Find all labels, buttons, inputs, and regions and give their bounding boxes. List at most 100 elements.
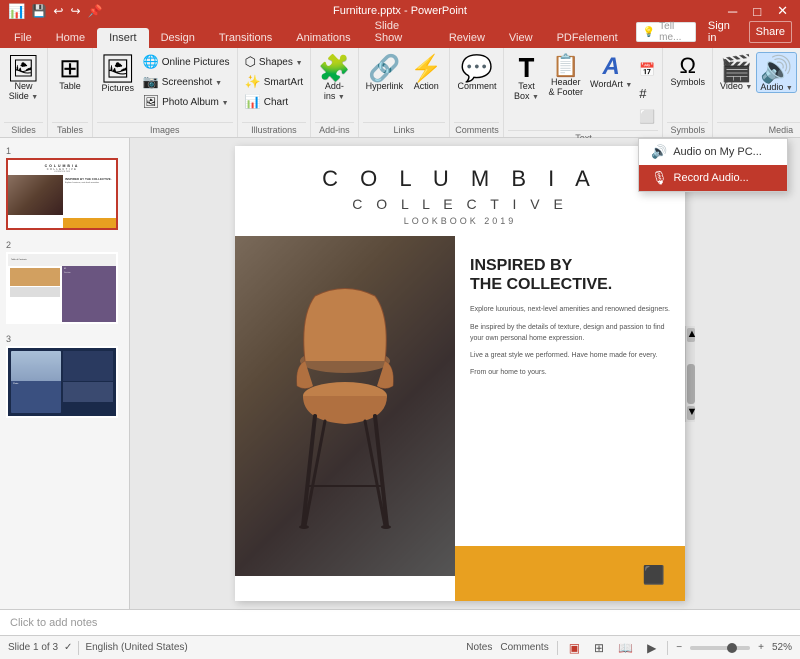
date-time-button[interactable]: 📅 — [636, 60, 658, 80]
content-area: C O L U M B I A C O L L E C T I V E LOOK… — [130, 138, 800, 609]
shapes-button[interactable]: ⬡ Shapes ▼ — [242, 52, 307, 72]
slide-thumbnail-1[interactable]: 1 COLUMBIA COLLECTIVE LOOKBOOK 2019 INSP… — [6, 146, 123, 230]
share-button[interactable]: Share — [749, 21, 792, 43]
slide-3-thumbnail[interactable]: Photo — [6, 346, 118, 418]
slide-1-thumbnail[interactable]: COLUMBIA COLLECTIVE LOOKBOOK 2019 INSPIR… — [6, 158, 118, 230]
slide-2-thumbnail[interactable]: Table of Contents 01 Section — [6, 252, 118, 324]
tab-insert[interactable]: Insert — [97, 28, 149, 48]
ribbon: 🖼 NewSlide ▼ Slides ⊞ Table Tables 🖼 Pic… — [0, 48, 800, 138]
ribbon-group-links: 🔗 Hyperlink ⚡ Action Links — [359, 48, 451, 137]
header-footer-icon: 📋 — [552, 55, 579, 77]
slide-thumbnail-2[interactable]: 2 Table of Contents 01 Section — [6, 240, 123, 324]
sign-in-button[interactable]: Sign in — [700, 16, 745, 48]
photo-album-button[interactable]: 🖼 Photo Album ▼ — [140, 92, 233, 112]
language: English (United States) — [85, 642, 187, 653]
slide-number-button[interactable]: # — [636, 84, 658, 103]
ribbon-group-addins: 🧩 Add-ins ▼ Add-ins — [311, 48, 358, 137]
tab-review[interactable]: Review — [437, 28, 497, 48]
tab-view[interactable]: View — [497, 28, 545, 48]
status-left: Slide 1 of 3 ✓ English (United States) — [8, 641, 188, 655]
textbox-icon: 𝐓 — [518, 55, 535, 81]
notes-button[interactable]: Notes — [466, 642, 492, 653]
slideshow-button[interactable]: ▶ — [644, 640, 659, 656]
slide-body-3: Live a great style we performed. Have ho… — [470, 350, 670, 361]
zoom-in-button[interactable]: + — [758, 642, 764, 653]
shapes-icon: ⬡ — [245, 54, 256, 70]
scrollbar-thumb[interactable] — [687, 364, 695, 404]
photo-album-icon: 🖼 — [143, 94, 160, 110]
slide-title-year: LOOKBOOK 2019 — [255, 216, 665, 226]
zoom-thumb[interactable] — [727, 643, 737, 653]
tab-pdfelement[interactable]: PDFelement — [545, 28, 630, 48]
links-group-label: Links — [363, 122, 446, 137]
undo-button[interactable]: ↩ — [51, 4, 65, 18]
textbox-button[interactable]: 𝐓 TextBox ▼ — [508, 52, 544, 101]
tab-transitions[interactable]: Transitions — [207, 28, 284, 48]
slide-text-area: INSPIRED BY THE COLLECTIVE. Explore luxu… — [455, 236, 685, 576]
window-title: Furniture.pptx - PowerPoint — [333, 5, 467, 17]
ribbon-group-illustrations: ⬡ Shapes ▼ ✨ SmartArt 📊 Chart Illustrati… — [238, 48, 312, 137]
action-button[interactable]: ⚡ Action — [407, 52, 445, 91]
normal-view-button[interactable]: ▣ — [566, 640, 583, 656]
object-button[interactable]: ⬜ — [636, 107, 658, 127]
symbols-button[interactable]: Ω Symbols — [667, 52, 708, 87]
addins-button[interactable]: 🧩 Add-ins ▼ — [315, 52, 353, 101]
comments-button[interactable]: Comments — [500, 642, 548, 653]
title-bar-left: 📊 💾 ↩ ↪ 📌 — [8, 3, 104, 20]
table-button[interactable]: ⊞ Table — [52, 52, 88, 91]
chair-illustration — [275, 266, 415, 546]
tab-design[interactable]: Design — [149, 28, 207, 48]
scroll-up-button[interactable]: ▲ — [687, 328, 695, 342]
zoom-slider[interactable] — [690, 646, 750, 650]
notes-bar[interactable]: Click to add notes — [0, 609, 800, 635]
wordart-icon: A — [602, 55, 619, 79]
scroll-down-button[interactable]: ▼ — [687, 406, 695, 420]
speaker-icon: 🔊 — [651, 144, 667, 160]
tables-group-label: Tables — [52, 122, 88, 137]
record-audio-item[interactable]: 🎙 Record Audio... — [639, 165, 787, 191]
tab-file[interactable]: File — [2, 28, 44, 48]
hyperlink-icon: 🔗 — [368, 55, 400, 81]
pictures-icon: 🖼 — [100, 55, 136, 83]
audio-button[interactable]: 🔊 Audio ▼ — [756, 52, 796, 93]
chart-button[interactable]: 📊 Chart — [242, 92, 307, 112]
slide-body-4: From our home to yours. — [470, 367, 670, 378]
zoom-level[interactable]: 52% — [772, 642, 792, 653]
slide-3-number: 3 — [6, 334, 123, 344]
smartart-button[interactable]: ✨ SmartArt — [242, 72, 307, 92]
tab-slideshow[interactable]: Slide Show — [363, 16, 437, 48]
comment-button[interactable]: 💬 Comment — [454, 52, 499, 91]
slide-thumbnail-3[interactable]: 3 Photo — [6, 334, 123, 418]
tab-animations[interactable]: Animations — [284, 28, 362, 48]
save-button[interactable]: 💾 — [29, 4, 48, 18]
pictures-button[interactable]: 🖼 Pictures — [97, 52, 139, 93]
slide-info: Slide 1 of 3 — [8, 642, 58, 653]
quick-access-toolbar: 💾 ↩ ↪ 📌 — [29, 4, 104, 18]
date-icon: 📅 — [639, 62, 655, 78]
redo-button[interactable]: ↪ — [68, 4, 82, 18]
smartart-icon: ✨ — [245, 74, 261, 90]
slide-sorter-button[interactable]: ⊞ — [591, 640, 607, 656]
header-footer-button[interactable]: 📋 Header& Footer — [545, 52, 586, 97]
status-divider-3 — [667, 641, 668, 655]
online-pictures-button[interactable]: 🌐 Online Pictures — [140, 52, 233, 72]
chart-icon: 📊 — [245, 94, 261, 110]
addins-icon: 🧩 — [318, 55, 350, 81]
video-button[interactable]: 🎬 Video ▼ — [717, 52, 755, 91]
wordart-button[interactable]: A WordArt ▼ — [587, 52, 635, 89]
record-audio-label: Record Audio... — [674, 172, 749, 184]
reading-view-button[interactable]: 📖 — [615, 640, 636, 656]
audio-on-pc-item[interactable]: 🔊 Audio on My PC... — [639, 139, 787, 165]
tell-me-search[interactable]: 💡 Tell me... — [636, 22, 696, 42]
symbols-group-label: Symbols — [667, 122, 708, 137]
zoom-out-button[interactable]: − — [676, 642, 682, 653]
tab-home[interactable]: Home — [44, 28, 97, 48]
new-slide-button[interactable]: 🖼 NewSlide ▼ — [4, 52, 43, 101]
notes-placeholder: Click to add notes — [10, 617, 97, 629]
vertical-scrollbar[interactable]: ▲ ▼ — [685, 326, 695, 422]
customize-button[interactable]: 📌 — [86, 4, 105, 18]
hyperlink-button[interactable]: 🔗 Hyperlink — [363, 52, 407, 91]
screenshot-button[interactable]: 📷 Screenshot ▼ — [140, 72, 233, 92]
screenshot-icon: 📷 — [143, 74, 159, 90]
tell-me-text: Tell me... — [659, 21, 689, 43]
